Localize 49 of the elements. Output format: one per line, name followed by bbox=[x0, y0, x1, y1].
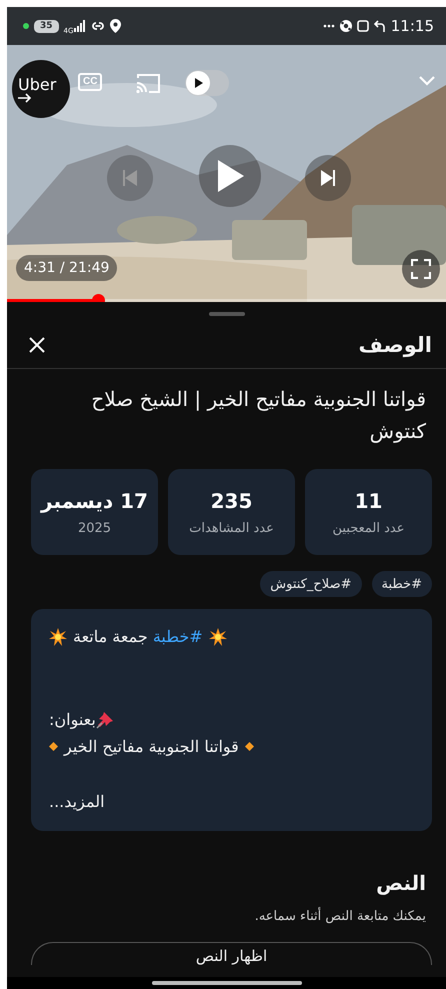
hashtag-chip[interactable]: #صلاح_كنتوش bbox=[260, 571, 362, 597]
fullscreen-icon bbox=[411, 259, 431, 279]
app-label: Uber bbox=[18, 76, 56, 92]
time-label: 4:31 / 21:49 bbox=[16, 255, 118, 281]
panel-title: الوصف bbox=[358, 332, 432, 356]
diamond-icon bbox=[244, 742, 254, 751]
pushpin-icon bbox=[96, 710, 114, 728]
previous-icon bbox=[120, 168, 140, 188]
play-icon bbox=[192, 77, 204, 89]
description-text: قواتنا الجنوبية مفاتيح الخير bbox=[64, 736, 239, 758]
stat-label: عدد المعجبين bbox=[332, 520, 404, 536]
helper-text: يمكنك متابعة النص أثناء سماعه. bbox=[254, 909, 426, 924]
description-text: بعنوان: bbox=[49, 709, 96, 731]
stat-label: عدد المشاهدات bbox=[189, 520, 274, 536]
hashtag-link[interactable]: #خطبة bbox=[152, 627, 203, 646]
section-title: النص bbox=[375, 871, 426, 895]
burst-icon bbox=[208, 628, 227, 646]
status-time: 11:15 bbox=[390, 17, 434, 35]
close-icon[interactable] bbox=[29, 336, 45, 352]
hashtag-chip[interactable]: #خطبة bbox=[372, 571, 432, 597]
next-button[interactable] bbox=[305, 155, 351, 201]
stat-value: 11 bbox=[354, 488, 382, 512]
more-dots-icon bbox=[322, 24, 335, 28]
back-arrow-icon bbox=[374, 20, 386, 32]
next-icon bbox=[318, 168, 338, 188]
video-title: قواتنا الجنوبية مفاتيح الخير | الشيخ صلاح كنتوش bbox=[90, 386, 427, 445]
ball-icon bbox=[340, 20, 352, 32]
status-dot-icon bbox=[23, 23, 29, 29]
location-icon bbox=[110, 19, 122, 33]
arrow-icon bbox=[18, 92, 32, 102]
fullscreen-button[interactable] bbox=[402, 250, 440, 288]
stat-value: 17 ديسمبر bbox=[41, 488, 148, 512]
previous-button[interactable] bbox=[107, 155, 153, 201]
description-text: #خطبة جمعة ماتعة bbox=[73, 626, 203, 648]
drag-handle[interactable] bbox=[208, 312, 244, 316]
stat-label: 2025 bbox=[78, 520, 112, 536]
chevron-down-icon[interactable] bbox=[418, 75, 436, 87]
cast-icon[interactable] bbox=[135, 72, 161, 94]
more-link[interactable]: المزيد... bbox=[49, 788, 105, 815]
diamond-icon bbox=[49, 742, 58, 751]
battery-indicator: 35 bbox=[34, 20, 59, 32]
signal-icon bbox=[74, 20, 86, 32]
square-icon bbox=[356, 20, 369, 32]
burst-icon bbox=[49, 628, 67, 646]
show-transcript-button[interactable]: اظهار النص bbox=[31, 942, 432, 965]
autoplay-toggle[interactable] bbox=[185, 70, 229, 96]
play-icon bbox=[215, 159, 245, 193]
stat-value: 235 bbox=[210, 488, 252, 512]
link-icon bbox=[91, 20, 106, 32]
